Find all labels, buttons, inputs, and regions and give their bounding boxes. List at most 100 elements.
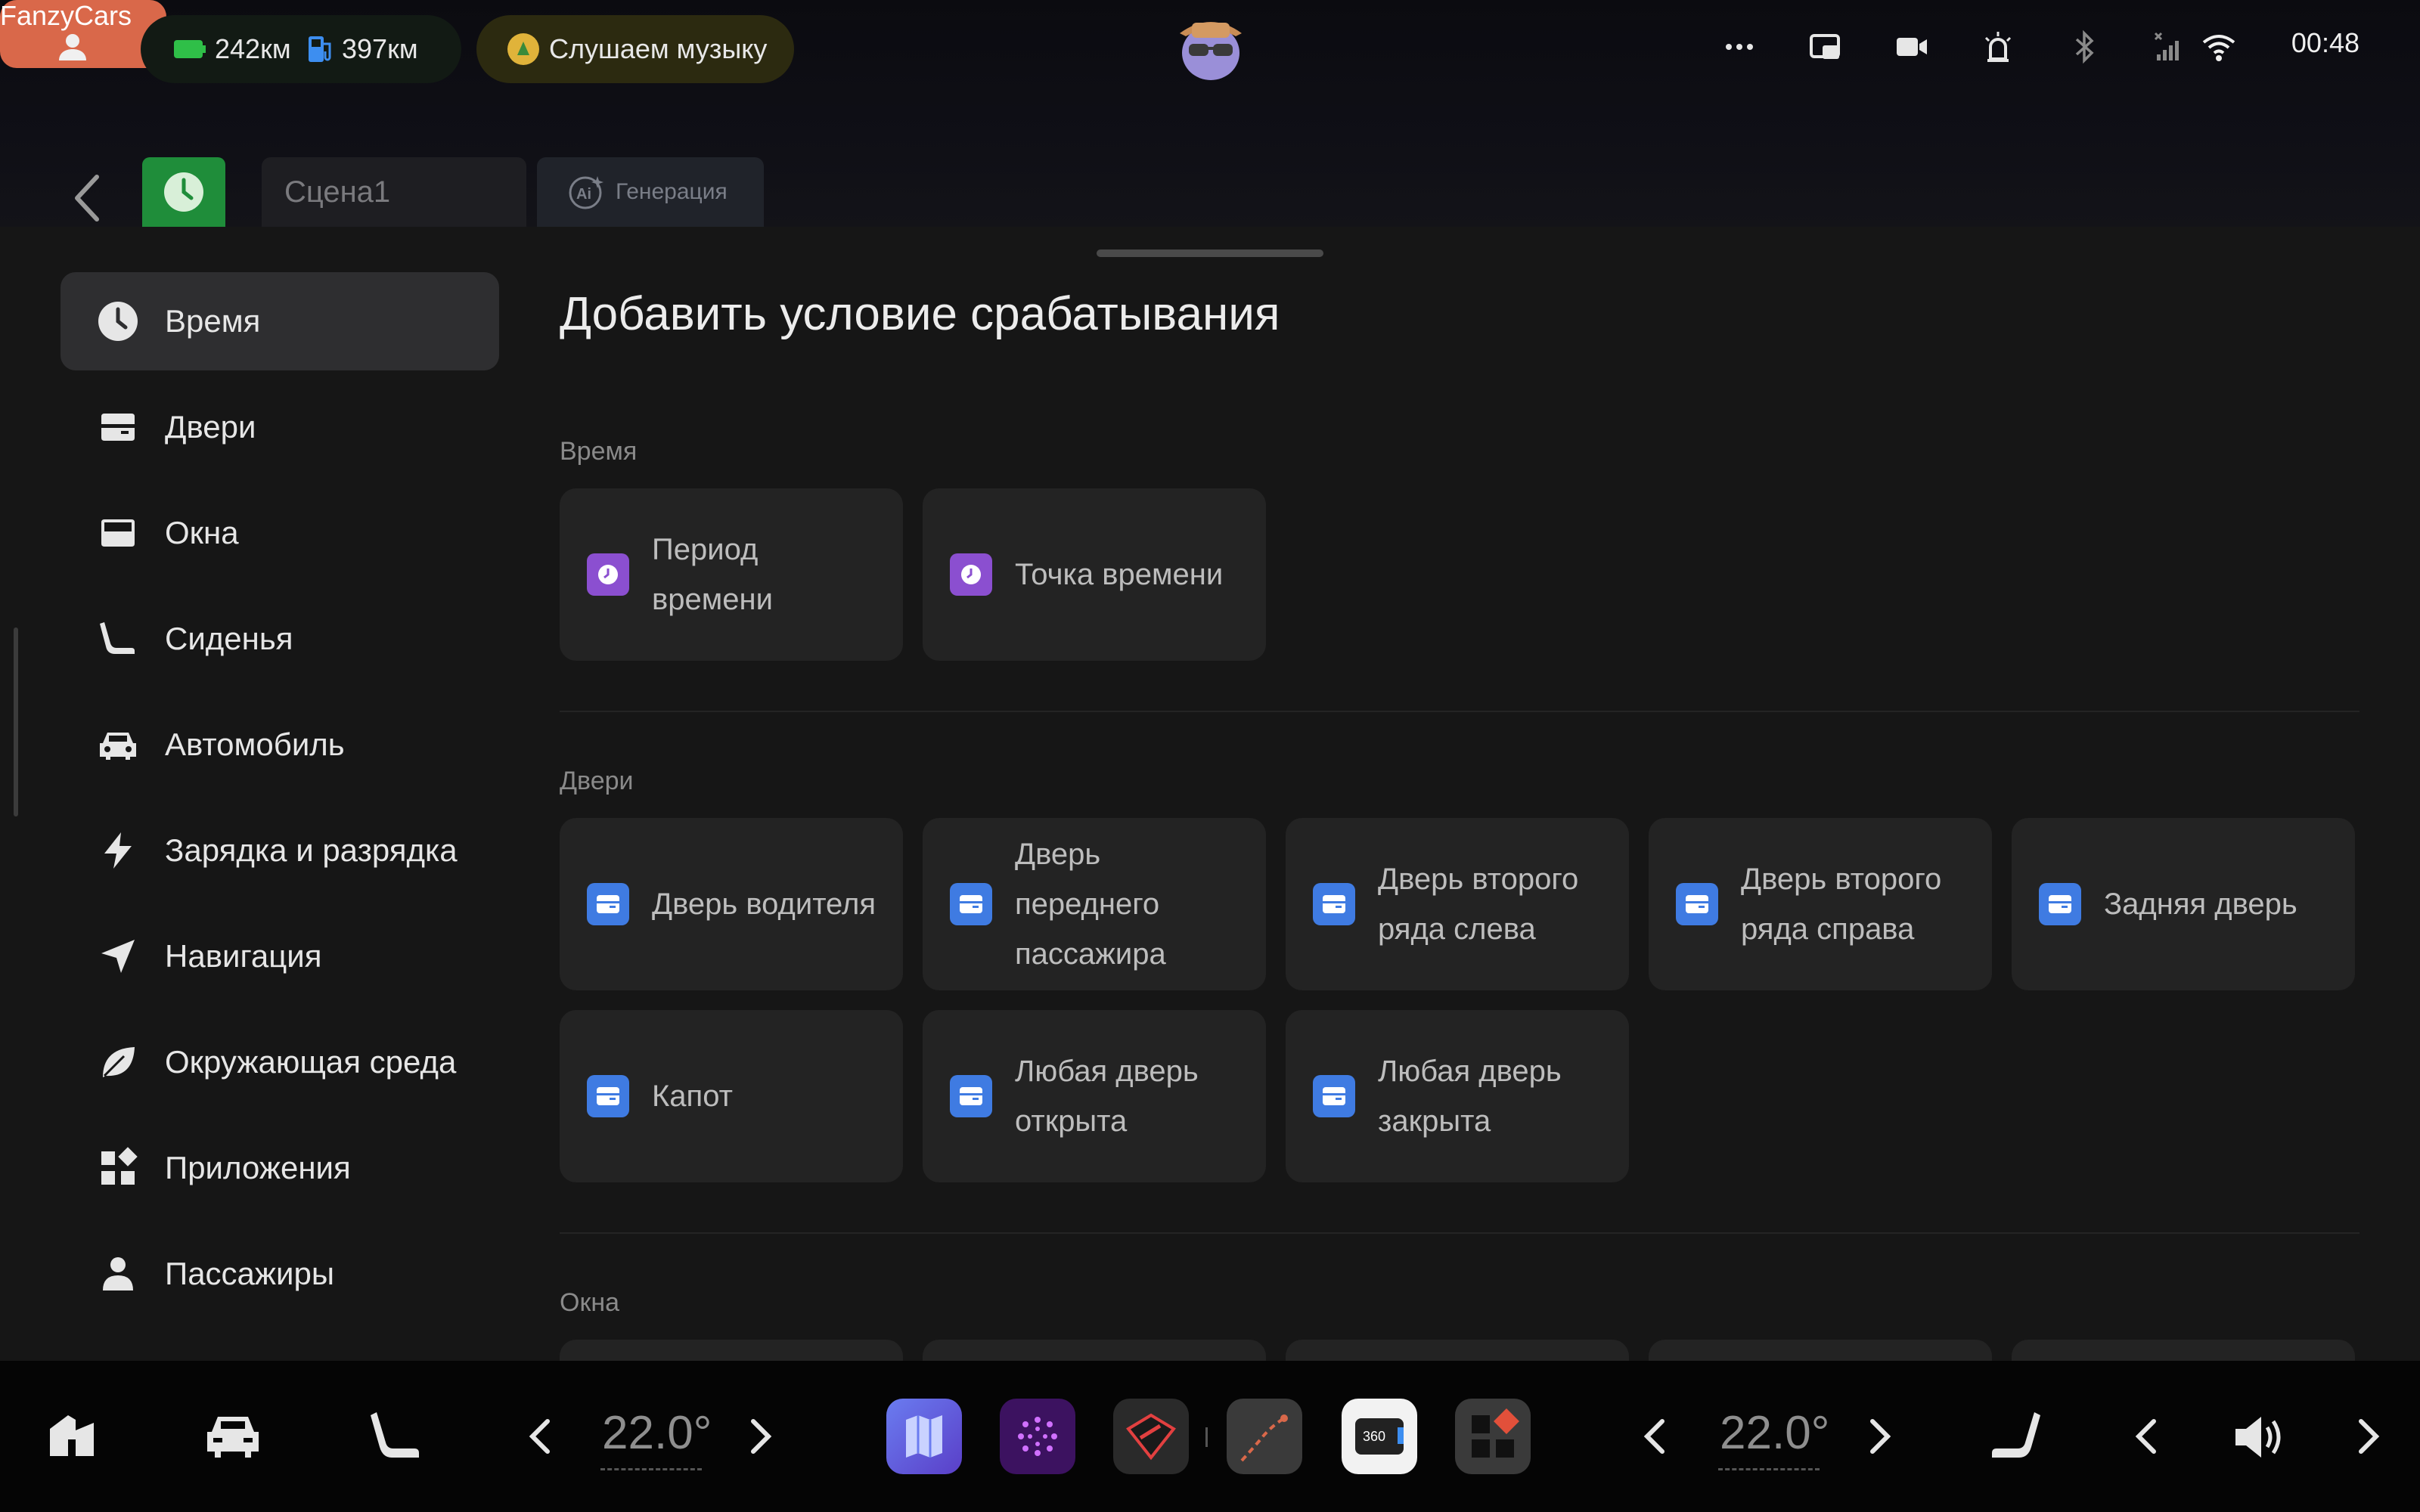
svg-text:Ai: Ai bbox=[576, 186, 591, 203]
card-label: Задняя дверь bbox=[2104, 888, 2297, 921]
bolt-icon bbox=[104, 832, 132, 869]
sidebar-item-label: Пассажиры bbox=[165, 1256, 335, 1291]
car-icon bbox=[100, 733, 136, 760]
trigger-card-front-passenger-door[interactable]: Дверь переднего пассажира bbox=[923, 818, 1266, 990]
temp-left-increase-button[interactable] bbox=[741, 1415, 779, 1458]
door-icon bbox=[587, 1075, 629, 1117]
section-title-doors: Двери bbox=[560, 767, 634, 795]
card-label: Дверь второго ряда справа bbox=[1741, 863, 1942, 946]
trigger-panel: Время Двери Окна Сиденья Автомобиль Заря… bbox=[0, 227, 2420, 1385]
sidebar-item-label: Навигация bbox=[165, 938, 322, 974]
home-icon[interactable] bbox=[45, 1409, 98, 1462]
door-icon bbox=[1313, 1075, 1355, 1117]
volume-increase-button[interactable] bbox=[2349, 1415, 2387, 1458]
camera-icon[interactable] bbox=[1894, 29, 1930, 65]
trigger-card-time-point[interactable]: Точка времени bbox=[923, 488, 1266, 661]
scene-icon[interactable] bbox=[142, 157, 225, 227]
alert-icon[interactable] bbox=[1980, 29, 2016, 65]
section-divider bbox=[560, 1232, 2360, 1234]
clock-icon bbox=[587, 553, 629, 596]
sidebar-item-doors[interactable]: Двери bbox=[60, 378, 499, 476]
door-icon bbox=[1676, 883, 1718, 925]
card-label: Дверь водителя bbox=[652, 888, 876, 921]
temp-right-increase-button[interactable] bbox=[1860, 1415, 1898, 1458]
fuel-range: 397км bbox=[342, 33, 418, 64]
sidebar-item-navigation[interactable]: Навигация bbox=[60, 907, 499, 1005]
user-icon[interactable] bbox=[54, 29, 91, 65]
ai-icon: Ai bbox=[569, 176, 603, 209]
temp-right-decrease-button[interactable] bbox=[1637, 1415, 1674, 1458]
volume-decrease-button[interactable] bbox=[2128, 1415, 2166, 1458]
battery-icon bbox=[174, 40, 206, 58]
sidebar-item-label: Автомобиль bbox=[165, 727, 345, 762]
volume-icon[interactable] bbox=[2231, 1411, 2287, 1464]
trigger-card-rear-right-door[interactable]: Дверь второго ряда справа bbox=[1649, 818, 1992, 990]
card-label: Любая дверь открыта bbox=[1015, 1055, 1199, 1138]
trigger-card-time-period[interactable]: Период времени bbox=[560, 488, 903, 661]
page-title: Добавить условие срабатывания bbox=[560, 288, 1280, 340]
card-label: Любая дверь закрыта bbox=[1378, 1055, 1562, 1138]
sidebar-item-label: Окна bbox=[165, 515, 239, 550]
navigation-icon bbox=[101, 940, 135, 973]
category-sidebar: Время Двери Окна Сиденья Автомобиль Заря… bbox=[60, 272, 499, 1331]
clock-icon bbox=[98, 302, 138, 341]
sidebar-item-vehicle[interactable]: Автомобиль bbox=[60, 696, 499, 794]
music-app-icon bbox=[507, 33, 539, 65]
sidebar-item-apps[interactable]: Приложения bbox=[60, 1119, 499, 1217]
pip-icon[interactable] bbox=[1807, 29, 1844, 65]
trigger-card-hood[interactable]: Капот bbox=[560, 1010, 903, 1182]
media-app-icon[interactable] bbox=[1000, 1399, 1075, 1474]
app-launcher-icon[interactable] bbox=[1455, 1399, 1531, 1474]
sidebar-item-passengers[interactable]: Пассажиры bbox=[60, 1225, 499, 1323]
door-icon bbox=[101, 414, 135, 441]
trigger-card-any-door-closed[interactable]: Любая дверь закрыта bbox=[1286, 1010, 1629, 1182]
maps-app-icon[interactable] bbox=[886, 1399, 962, 1474]
seat-heat-icon[interactable] bbox=[1989, 1408, 2042, 1464]
car-icon[interactable] bbox=[204, 1411, 262, 1461]
door-icon bbox=[950, 883, 992, 925]
sidebar-item-seats[interactable]: Сиденья bbox=[60, 590, 499, 688]
seat-icon[interactable] bbox=[369, 1408, 422, 1464]
trigger-card-rear-left-door[interactable]: Дверь второго ряда слева bbox=[1286, 818, 1629, 990]
wifi-icon[interactable] bbox=[2201, 29, 2237, 65]
person-icon bbox=[103, 1257, 133, 1290]
navigation-app-icon[interactable] bbox=[1227, 1399, 1302, 1474]
sidebar-item-label: Окружающая среда bbox=[165, 1044, 457, 1080]
range-indicator[interactable]: 242км 397км bbox=[141, 15, 461, 83]
trigger-card-tailgate[interactable]: Задняя дверь bbox=[2012, 818, 2355, 990]
avatar[interactable] bbox=[1169, 8, 1252, 83]
card-label: Капот bbox=[652, 1080, 733, 1113]
electric-range: 242км bbox=[215, 33, 291, 64]
sidebar-item-label: Приложения bbox=[165, 1150, 351, 1185]
drag-handle[interactable] bbox=[1097, 249, 1323, 257]
card-label: Дверь второго ряда слева bbox=[1378, 863, 1579, 946]
trigger-card-driver-door[interactable]: Дверь водителя bbox=[560, 818, 903, 990]
sidebar-item-windows[interactable]: Окна bbox=[60, 484, 499, 582]
window-icon bbox=[101, 519, 135, 547]
card-label: Дверь переднего пассажира bbox=[1015, 838, 1166, 971]
music-widget[interactable]: Слушаем музыку bbox=[476, 15, 794, 83]
camera-360-app-icon[interactable]: 360 bbox=[1342, 1399, 1417, 1474]
sidebar-item-charging[interactable]: Зарядка и разрядка bbox=[60, 801, 499, 900]
sidebar-item-label: Время bbox=[165, 303, 261, 339]
temp-left-decrease-button[interactable] bbox=[522, 1415, 560, 1458]
sidebar-scrollbar[interactable] bbox=[14, 627, 18, 816]
sidebar-item-label: Сиденья bbox=[165, 621, 293, 656]
section-divider bbox=[560, 711, 2360, 712]
seat-icon bbox=[100, 622, 135, 654]
ai-generate-label: Генерация bbox=[616, 179, 728, 204]
more-icon[interactable] bbox=[1721, 29, 1758, 65]
signal-icon bbox=[2154, 32, 2179, 60]
back-button[interactable] bbox=[67, 171, 109, 225]
game-app-icon[interactable] bbox=[1113, 1399, 1189, 1474]
bluetooth-icon[interactable] bbox=[2066, 29, 2102, 65]
ai-generate-button[interactable]: Ai Генерация bbox=[537, 157, 764, 227]
sidebar-item-time[interactable]: Время bbox=[60, 272, 499, 370]
scene-name-field[interactable]: Сцена1 bbox=[262, 157, 526, 227]
right-temperature: 22.0° bbox=[1720, 1407, 1830, 1459]
clock-icon bbox=[950, 553, 992, 596]
sidebar-item-environment[interactable]: Окружающая среда bbox=[60, 1013, 499, 1111]
trigger-card-any-door-open[interactable]: Любая дверь открыта bbox=[923, 1010, 1266, 1182]
apps-icon bbox=[101, 1147, 138, 1185]
camera-360-label: 360 bbox=[1363, 1429, 1385, 1444]
